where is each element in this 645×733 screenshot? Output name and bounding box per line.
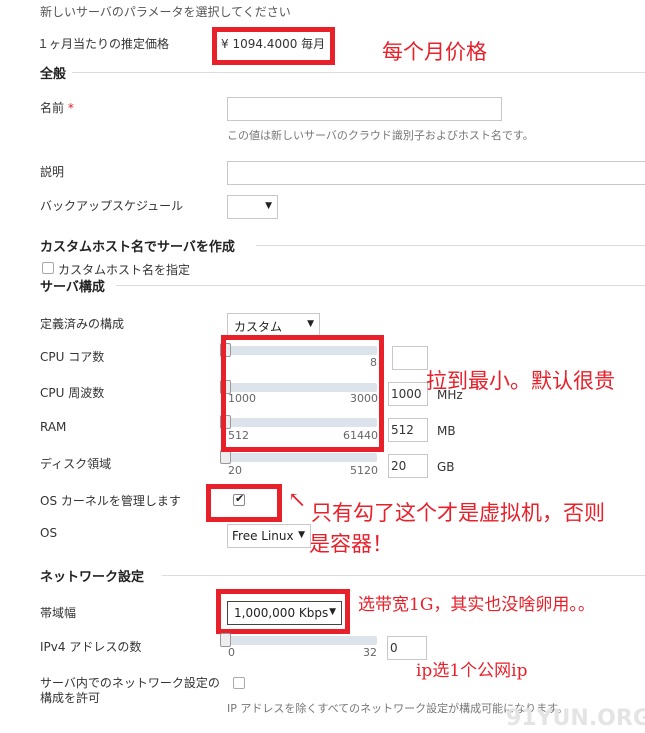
kernel-highlight-box: [206, 484, 282, 522]
disk-unit: GB: [437, 460, 455, 474]
chevron-down-icon: ▼: [265, 201, 272, 211]
name-hint: この値は新しいサーバのクラウド識別子およびホスト名です。: [227, 129, 534, 142]
cpu-freq-label: CPU 周波数: [40, 386, 105, 400]
section-network-title: ネットワーク設定: [40, 570, 145, 585]
custom-host-checkbox[interactable]: [42, 262, 54, 274]
disk-max: 5120: [350, 464, 378, 477]
price-label: １ヶ月当たりの推定価格: [37, 37, 170, 51]
preset-label: 定義済みの構成: [40, 317, 125, 331]
os-select[interactable]: Free Linux ▼: [227, 524, 311, 548]
cpu-freq-input[interactable]: 1000: [388, 382, 428, 406]
cpu-cores-label: CPU コア数: [40, 350, 105, 364]
backup-schedule-label: バックアップスケジュール: [40, 199, 184, 213]
description-input[interactable]: [227, 161, 645, 185]
allow-network-config-checkbox[interactable]: [233, 677, 245, 689]
ipv4-label: IPv4 アドレスの数: [40, 640, 142, 654]
annotation-monthly-price: 每个月价格: [382, 40, 487, 64]
bandwidth-label: 帯域幅: [40, 606, 77, 620]
os-label: OS: [40, 526, 58, 540]
disk-slider-handle[interactable]: [220, 450, 231, 464]
chevron-down-icon: ▼: [307, 319, 314, 329]
disk-label: ディスク領域: [40, 457, 112, 471]
annotation-arrow-icon: ↖: [288, 488, 307, 513]
divider: [162, 575, 645, 576]
chevron-down-icon: ▼: [298, 530, 305, 540]
allow-network-config-label-2: 構成を許可: [40, 691, 101, 705]
annotation-vm-note-1: 只有勾了这个才是虚拟机，否则: [311, 501, 605, 525]
name-input[interactable]: [227, 97, 502, 121]
ipv4-slider-track[interactable]: [227, 636, 377, 645]
ram-input[interactable]: 512: [388, 418, 428, 442]
annotation-drag-min: 拉到最小。默认很贵: [426, 369, 615, 393]
annotation-ip-note: ip选1个公网ip: [416, 661, 528, 681]
annotation-vm-note-2: 是容器！: [309, 532, 393, 556]
ipv4-slider-handle[interactable]: [220, 633, 231, 647]
cpu-cores-input[interactable]: [392, 346, 428, 370]
bandwidth-highlight-box: [216, 589, 350, 634]
annotation-bandwidth-note: 选带宽1G，其实也没啥卵用。。: [358, 595, 595, 615]
watermark: 91YUN.ORG: [506, 706, 645, 731]
ram-label: RAM: [40, 420, 67, 434]
disk-slider-track[interactable]: [227, 453, 377, 462]
preset-select[interactable]: カスタム ▼: [227, 313, 320, 337]
divider: [72, 72, 645, 73]
divider: [256, 245, 645, 246]
sliders-highlight-box: [221, 335, 384, 452]
name-label: 名前 *: [40, 101, 74, 115]
section-custom-host-title: カスタムホスト名でサーバを作成: [40, 240, 235, 255]
disk-min: 20: [228, 464, 242, 477]
description-label: 説明: [40, 165, 65, 179]
kernel-label: OS カーネルを管理します: [40, 494, 181, 508]
price-highlight-box: [212, 27, 335, 65]
section-general-title: 全般: [40, 67, 67, 82]
intro-text: 新しいサーバのパラメータを選択してください: [40, 5, 291, 19]
ipv4-max: 32: [363, 646, 377, 659]
backup-schedule-select[interactable]: ▼: [227, 195, 278, 219]
disk-input[interactable]: 20: [388, 454, 428, 478]
divider: [116, 285, 645, 286]
ipv4-min: 0: [228, 646, 235, 659]
section-server-title: サーバ構成: [40, 280, 105, 295]
ram-unit: MB: [437, 424, 456, 438]
